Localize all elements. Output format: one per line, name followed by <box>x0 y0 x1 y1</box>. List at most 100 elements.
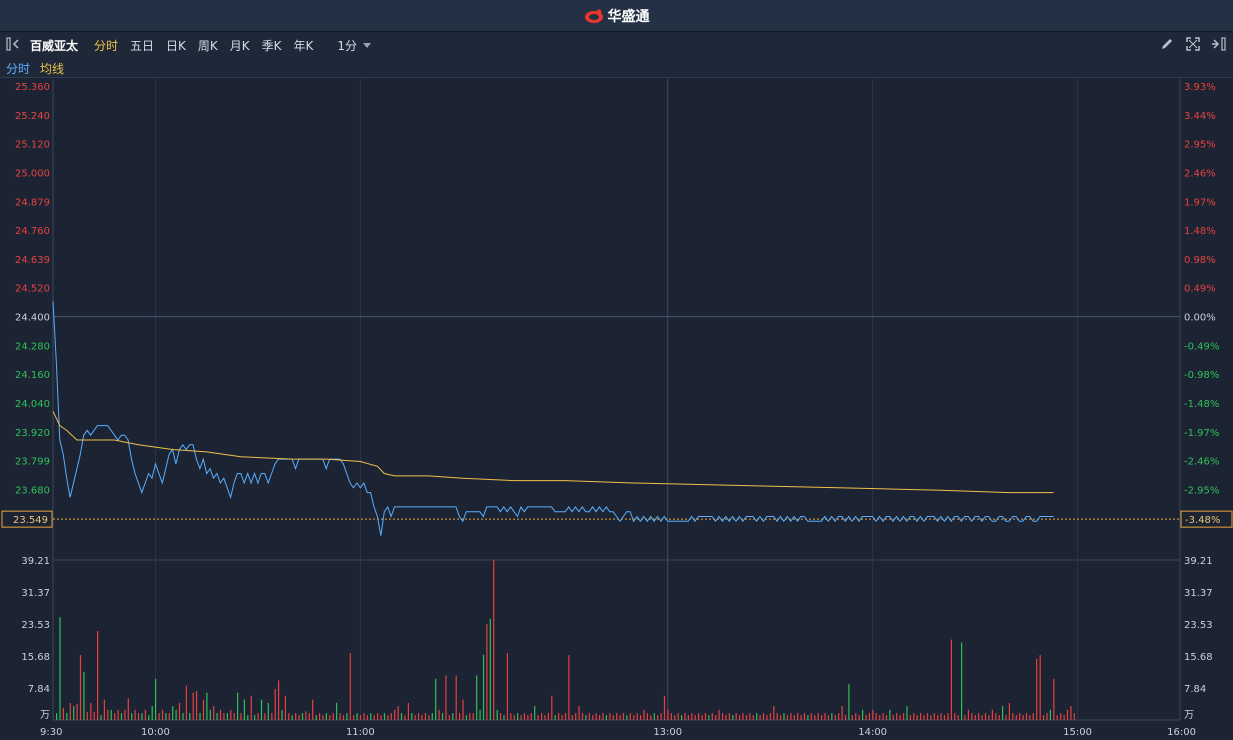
volume-bar <box>855 713 857 720</box>
tab-timeshare[interactable]: 分时 <box>88 37 124 54</box>
volume-bar <box>237 692 239 720</box>
volume-bar <box>602 713 604 720</box>
tab-weekly-k[interactable]: 周K <box>192 37 224 54</box>
fullscreen-icon[interactable] <box>1185 36 1201 52</box>
volume-bar <box>134 709 136 720</box>
pencil-icon[interactable] <box>1159 36 1175 52</box>
volume-bar <box>298 715 300 720</box>
volume-bar <box>704 713 707 720</box>
volume-bar <box>172 706 174 720</box>
time-label: 11:00 <box>346 727 375 738</box>
volume-bar <box>943 715 946 720</box>
volume-bar <box>588 713 590 720</box>
volume-bar <box>776 713 778 720</box>
volume-bar <box>1053 678 1055 720</box>
time-label: 14:00 <box>858 727 887 738</box>
volume-bar <box>192 692 194 720</box>
volume-bar <box>209 709 211 720</box>
volume-bar <box>394 709 396 720</box>
price-tick-label: 24.639 <box>15 255 50 266</box>
price-tick-label: 24.040 <box>15 399 50 410</box>
volume-bar <box>786 715 788 720</box>
volume-bar <box>657 715 659 720</box>
interval-dropdown[interactable]: 1分 <box>319 37 377 54</box>
tab-monthly-k[interactable]: 月K <box>224 37 256 54</box>
volume-bar <box>506 653 508 720</box>
volume-bar <box>793 715 795 720</box>
volume-bar <box>981 715 983 720</box>
volume-bar <box>646 713 648 720</box>
volume-bar <box>281 709 283 720</box>
volume-bar <box>1043 715 1045 720</box>
tab-five-day[interactable]: 五日 <box>124 37 160 54</box>
price-tick-label: 24.520 <box>15 284 50 295</box>
pct-tick-label: 1.48% <box>1184 226 1216 237</box>
volume-bar <box>773 706 775 720</box>
pct-tick-label: 2.46% <box>1184 168 1216 179</box>
volume-bar <box>971 713 973 720</box>
volume-bar <box>178 702 181 720</box>
tab-yearly-k[interactable]: 年K <box>288 37 320 54</box>
volume-bar <box>83 671 85 720</box>
volume-bar <box>947 713 949 720</box>
volume-bar <box>718 709 720 720</box>
volume-bar <box>547 713 549 720</box>
tab-quarterly-k[interactable]: 季K <box>256 37 288 54</box>
volume-bar <box>117 709 119 720</box>
pct-tick-label: -0.49% <box>1184 341 1219 352</box>
volume-bar <box>756 713 758 720</box>
volume-bar <box>213 706 215 720</box>
volume-bar <box>824 713 826 720</box>
volume-bar <box>780 715 782 720</box>
volume-bar <box>373 715 375 720</box>
volume-bar <box>916 715 918 720</box>
volume-bar <box>363 713 365 720</box>
volume-bar <box>271 713 273 720</box>
pct-tick-label: -1.97% <box>1184 428 1219 439</box>
volume-bar <box>424 713 426 720</box>
volume-bar <box>1063 715 1065 720</box>
volume-bar <box>353 715 355 720</box>
volume-bar <box>892 715 894 720</box>
volume-bar <box>428 715 430 720</box>
expand-right-icon[interactable] <box>1211 36 1227 52</box>
volume-bar <box>622 713 625 720</box>
volume-bar <box>995 713 997 720</box>
volume-bar <box>541 713 543 720</box>
pct-tick-label: 0.49% <box>1184 284 1216 295</box>
volume-bar <box>800 715 802 720</box>
volume-bar <box>319 713 321 720</box>
volume-bar <box>513 715 515 720</box>
volume-bar <box>626 715 628 720</box>
volume-bar <box>250 695 252 720</box>
volume-bar <box>414 715 416 720</box>
volume-bar <box>1070 706 1072 720</box>
volume-bar <box>291 715 293 720</box>
price-tick-label: 24.400 <box>15 313 50 324</box>
volume-bar <box>435 678 437 720</box>
volume-bar <box>998 715 1000 720</box>
tab-daily-k[interactable]: 日K <box>160 37 192 54</box>
collapse-left-icon[interactable] <box>0 36 26 54</box>
volume-bar <box>954 713 956 720</box>
volume-bar <box>274 689 276 720</box>
volume-bar <box>619 715 621 720</box>
volume-bar <box>841 706 843 720</box>
volume-bar <box>575 713 577 720</box>
volume-bar <box>831 713 833 720</box>
volume-bar <box>56 713 58 720</box>
price-tick-label: 25.240 <box>15 111 50 122</box>
volume-bar <box>663 695 666 720</box>
volume-bar <box>206 692 208 720</box>
volume-bar <box>759 715 761 720</box>
volume-bar <box>899 715 901 720</box>
volume-bar <box>445 675 447 720</box>
volume-bar <box>120 713 123 720</box>
volume-bar <box>196 691 198 720</box>
volume-bar <box>940 713 942 720</box>
pct-tick-label: 3.44% <box>1184 111 1216 122</box>
pct-tick-label: 0.98% <box>1184 255 1216 266</box>
avg-line <box>52 411 1054 494</box>
volume-bar <box>650 715 652 720</box>
volume-bar <box>903 713 905 720</box>
